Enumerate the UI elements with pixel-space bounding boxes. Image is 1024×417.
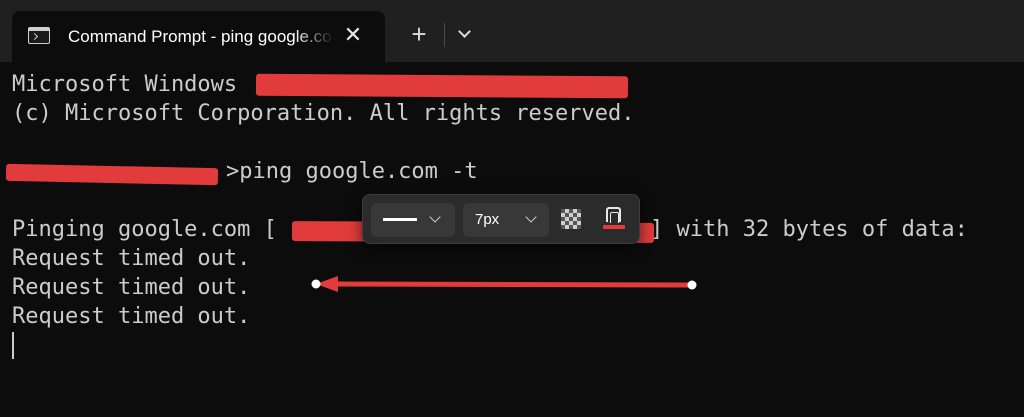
- terminal-line-pinging-suffix: ] with 32 bytes of data:: [650, 217, 968, 242]
- close-icon[interactable]: ✕: [340, 22, 366, 48]
- line-style-dropdown[interactable]: [371, 203, 455, 237]
- tab-dropdown-button[interactable]: [452, 22, 478, 48]
- highlighter-color-icon: [606, 207, 621, 223]
- chevron-down-icon: [429, 211, 441, 223]
- version-text: Microsoft Windows: [12, 72, 238, 97]
- terminal-icon: [28, 27, 50, 44]
- solid-line-icon: [383, 218, 417, 221]
- terminal-line-copyright: (c) Microsoft Corporation. All rights re…: [12, 101, 635, 126]
- tab-command-prompt[interactable]: Command Prompt - ping google.com -t ✕: [12, 11, 385, 62]
- text-cursor: [12, 332, 14, 359]
- stroke-size-dropdown[interactable]: 7px: [463, 203, 549, 237]
- annotation-toolbar: 7px: [362, 194, 640, 244]
- new-tab-button[interactable]: +: [403, 20, 435, 50]
- terminal-line-pinging-prefix: Pinging google.com [: [12, 217, 277, 242]
- response-line: Request timed out.: [12, 246, 251, 271]
- stroke-size-label: 7px: [475, 211, 500, 228]
- titlebar-divider: [444, 23, 445, 47]
- response-line: Request timed out.: [12, 275, 251, 300]
- highlighter-color-button[interactable]: [603, 207, 625, 231]
- selected-color-swatch: [603, 225, 625, 229]
- chevron-down-icon: [458, 25, 471, 38]
- terminal-line-version: Microsoft Windows: [12, 70, 237, 99]
- checkerboard-opacity-icon[interactable]: [561, 209, 581, 229]
- tab-title: Command Prompt - ping google.com -t: [68, 27, 332, 46]
- title-bar: Command Prompt - ping google.com -t ✕ +: [0, 0, 1024, 62]
- redaction-version: [255, 73, 629, 99]
- chevron-down-icon: [525, 211, 537, 223]
- tab-title-fade: [294, 23, 334, 51]
- terminal-line-command: >ping google.com -t: [226, 159, 478, 184]
- response-line: Request timed out.: [12, 304, 251, 329]
